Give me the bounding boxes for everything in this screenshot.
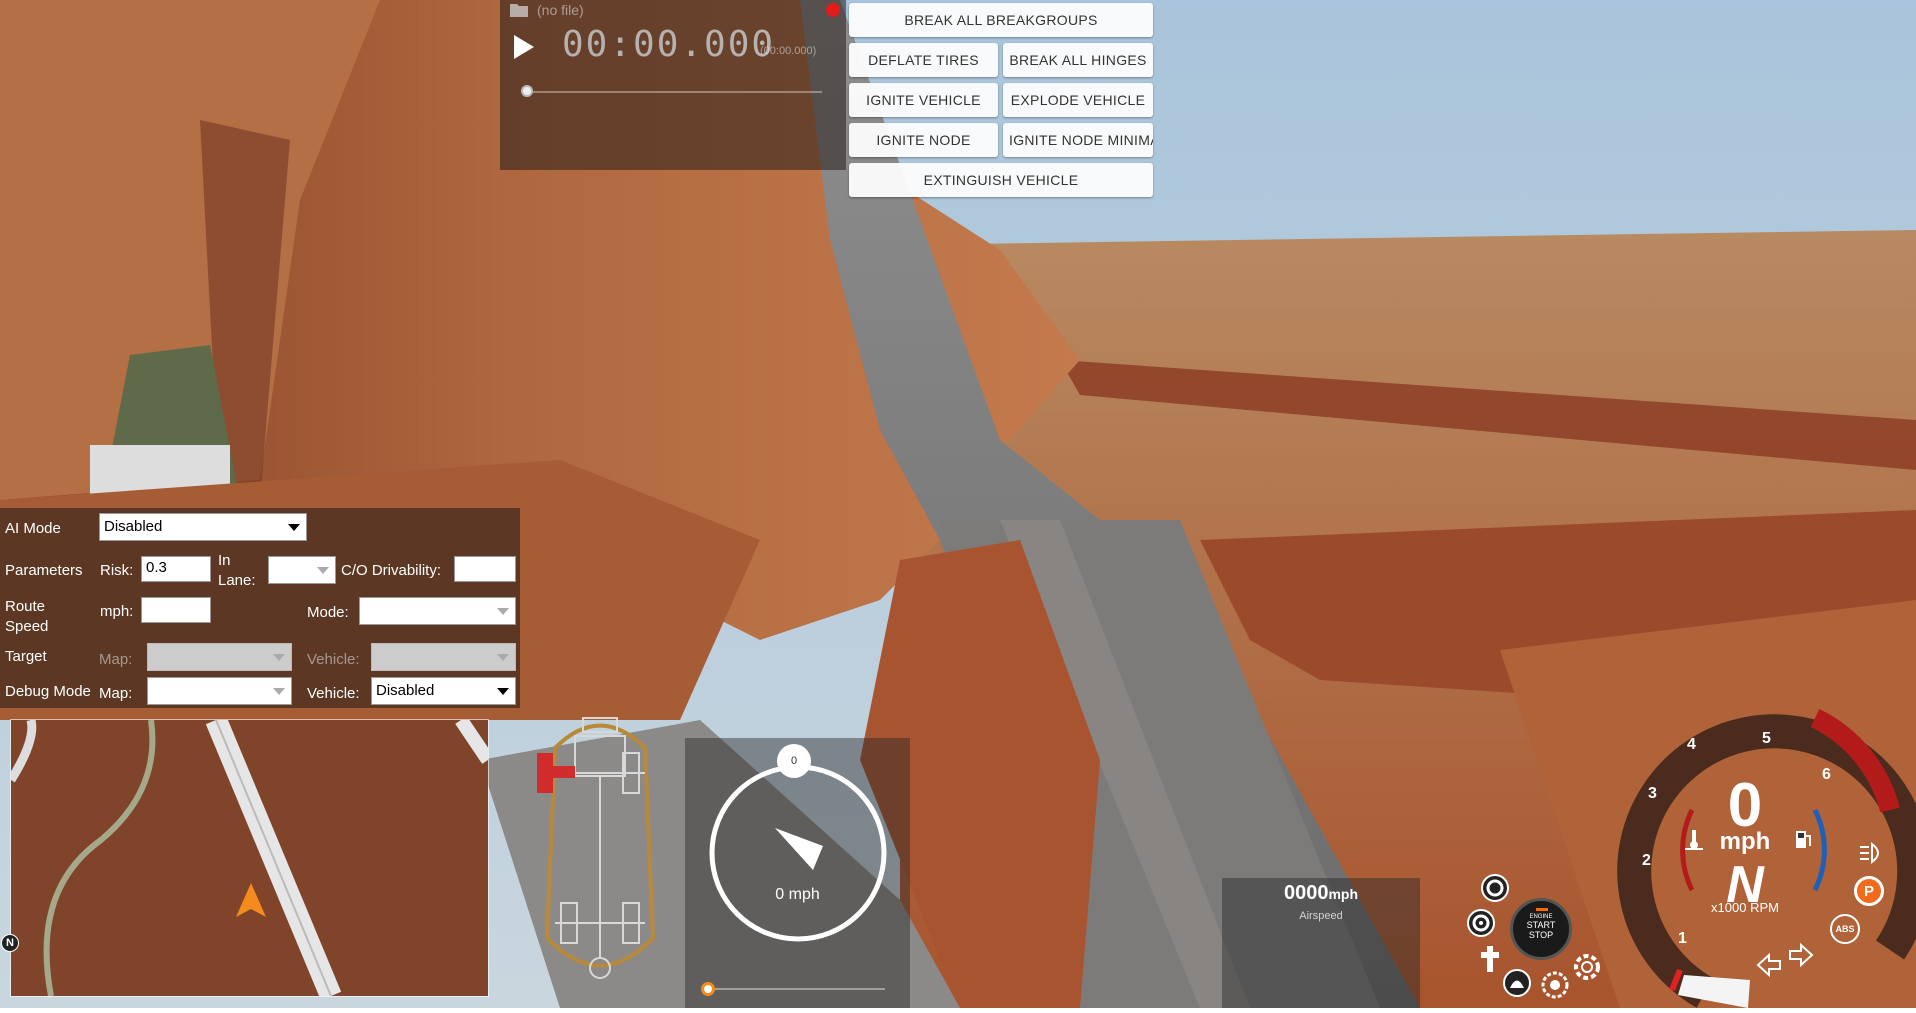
target-map-label: Map:: [99, 651, 133, 668]
rpm-tick-4: 4: [1687, 736, 1696, 753]
in-lane-select[interactable]: [268, 556, 336, 584]
deflate-tires-button[interactable]: DEFLATE TIRES: [849, 43, 998, 77]
rpm-tick-5: 5: [1762, 730, 1771, 747]
chevron-down-icon: [273, 688, 285, 695]
risk-input[interactable]: 0.3: [141, 556, 211, 582]
minimap[interactable]: [10, 719, 489, 997]
handbrake-icon[interactable]: [1502, 968, 1532, 998]
chevron-down-icon: [273, 654, 285, 661]
debug-mode-label: Debug Mode: [5, 683, 91, 700]
chevron-down-icon: [497, 654, 509, 661]
ai-control-panel: AI Mode Disabled Parameters Risk: 0.3 In…: [0, 508, 520, 708]
ignite-vehicle-button[interactable]: IGNITE VEHICLE: [849, 83, 998, 117]
speed-unit: mph: [1719, 828, 1771, 855]
play-icon[interactable]: [512, 34, 536, 60]
gforce-speed-text: 0 mph: [775, 886, 820, 903]
gforce-slider-track[interactable]: [705, 988, 885, 990]
debug-map-label: Map:: [99, 685, 133, 702]
gforce-top-value: 0: [777, 744, 811, 778]
settings-cog-icon[interactable]: [1572, 952, 1602, 982]
engine-stop-label: STOP: [1528, 930, 1554, 940]
replay-time: 00:00.000: [562, 24, 776, 65]
airspeed-value: 0000: [1283, 882, 1329, 904]
ai-mode-select[interactable]: Disabled: [99, 513, 307, 541]
debug-vehicle-value: Disabled: [376, 682, 435, 699]
gear-shifter-icon[interactable]: [1478, 944, 1502, 974]
route-speed-label-line2: Speed: [5, 618, 49, 635]
airspeed-widget: 0000mph Airspeed: [1222, 878, 1420, 1008]
break-all-breakgroups-button[interactable]: BREAK ALL BREAKGROUPS: [849, 3, 1153, 37]
engine-start-stop-button[interactable]: ENGINE START STOP: [1510, 898, 1572, 960]
parameters-label: Parameters: [5, 562, 83, 579]
gforce-ring: [709, 764, 887, 942]
minimap-terrain: [11, 720, 488, 996]
gforce-widget: 0 0 mph: [685, 738, 910, 1008]
fuel-icon: [1796, 831, 1811, 848]
in-lane-label-line2: Lane:: [218, 572, 256, 589]
engine-start-label: START: [1526, 920, 1556, 930]
replay-scrub-handle[interactable]: [521, 85, 533, 97]
replay-time-total: (00:00.000): [760, 45, 817, 57]
replay-file-label: (no file): [537, 2, 584, 18]
replay-scrub-track[interactable]: [528, 91, 822, 93]
debug-vehicle-select[interactable]: Disabled: [371, 677, 516, 705]
ignite-node-minimal-button[interactable]: IGNITE NODE MINIMAL: [1003, 123, 1153, 157]
target-map-select[interactable]: [147, 643, 292, 671]
debug-vehicle-label: Vehicle:: [307, 685, 360, 702]
abs-icon: ABS: [1830, 914, 1860, 944]
gforce-slider-handle[interactable]: [701, 982, 715, 996]
steering-wheel-icon[interactable]: [1480, 873, 1510, 903]
replay-panel: (no file) 00:00.000 (00:00.000): [500, 0, 846, 170]
temperature-icon: [1685, 830, 1703, 850]
co-drivability-input[interactable]: [454, 556, 516, 582]
co-drivability-label: C/O Drivability:: [341, 562, 442, 579]
chevron-down-icon: [288, 524, 300, 531]
target-vehicle-label: Vehicle:: [307, 651, 360, 668]
turn-signal-right-icon[interactable]: [1788, 942, 1814, 968]
ai-mode-label: AI Mode: [5, 520, 61, 537]
route-speed-label-line1: Route: [5, 598, 46, 615]
rpm-label: x1000 RPM: [1711, 900, 1779, 915]
explode-vehicle-button[interactable]: EXPLODE VEHICLE: [1003, 83, 1153, 117]
speedometer-gauge: 1 2 3 4 5 6 0 mph N x1000 RPM P ABS: [1600, 690, 1916, 1008]
in-lane-label-line1: In: [218, 552, 231, 569]
compass-north-icon: N: [1, 934, 19, 952]
headlight-icon[interactable]: [1858, 842, 1886, 864]
airspeed-unit: mph: [1328, 886, 1359, 902]
wheel-icon[interactable]: [1466, 908, 1496, 938]
chevron-down-icon: [317, 567, 329, 574]
chevron-down-icon: [497, 608, 509, 615]
target-vehicle-select[interactable]: [371, 643, 516, 671]
route-speed-input[interactable]: [141, 597, 211, 623]
engine-indicator-icon: [1536, 908, 1548, 911]
turn-signal-left-icon[interactable]: [1756, 952, 1782, 978]
airspeed-label: Airspeed: [1299, 910, 1343, 922]
chevron-down-icon: [497, 688, 509, 695]
brake-disc-icon[interactable]: [1540, 970, 1570, 1000]
player-arrow-icon: [236, 883, 266, 917]
route-mode-select[interactable]: [359, 597, 516, 625]
parking-brake-icon[interactable]: P: [1854, 876, 1884, 906]
ignite-node-button[interactable]: IGNITE NODE: [849, 123, 998, 157]
target-label: Target: [5, 648, 47, 665]
debug-map-select[interactable]: [147, 677, 292, 705]
ai-mode-value: Disabled: [104, 518, 163, 535]
vehicle-chassis-diagram: [537, 717, 656, 979]
route-mode-label: Mode:: [307, 604, 349, 621]
break-all-hinges-button[interactable]: BREAK ALL HINGES: [1003, 43, 1153, 77]
rpm-tick-1: 1: [1678, 930, 1687, 947]
record-indicator-icon[interactable]: [826, 3, 840, 17]
route-mph-label: mph:: [100, 603, 134, 620]
folder-icon[interactable]: [510, 3, 528, 17]
extinguish-vehicle-button[interactable]: EXTINGUISH VEHICLE: [849, 163, 1153, 197]
risk-label: Risk:: [100, 562, 134, 579]
